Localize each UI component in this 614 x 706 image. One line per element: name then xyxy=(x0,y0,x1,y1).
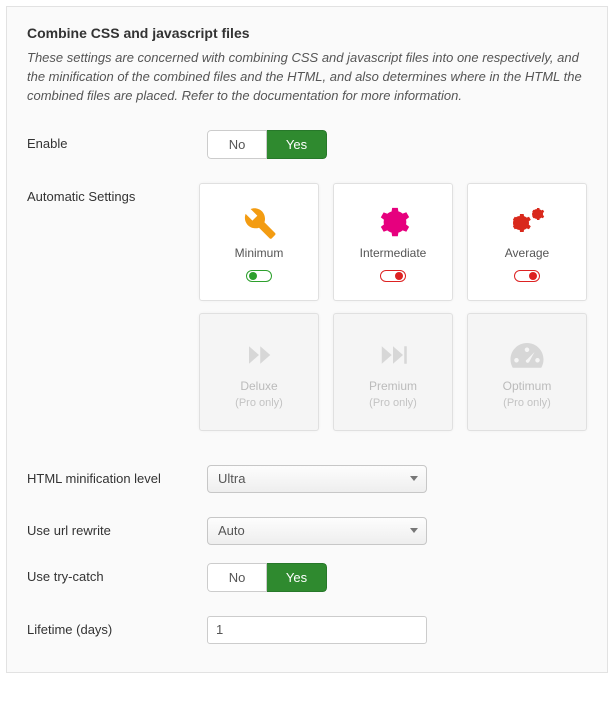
html-min-level-select[interactable]: Ultra xyxy=(207,465,427,493)
card-label: Optimum xyxy=(503,379,552,393)
switch-off-icon xyxy=(514,270,540,282)
select-value: Ultra xyxy=(218,471,245,486)
wrench-icon xyxy=(241,200,277,244)
pro-only-label: (Pro only) xyxy=(235,397,283,409)
card-label: Minimum xyxy=(235,246,284,260)
card-label: Deluxe xyxy=(240,379,277,393)
card-average[interactable]: Average xyxy=(467,183,587,301)
gear-icon xyxy=(376,200,410,244)
row-html-min-level: HTML minification level Ultra xyxy=(27,465,587,493)
switch-off-icon xyxy=(380,270,406,282)
settings-panel: Combine CSS and javascript files These s… xyxy=(6,6,608,673)
label-html-min-level: HTML minification level xyxy=(27,465,207,486)
skip-end-icon xyxy=(376,333,410,377)
switch-on-icon xyxy=(246,270,272,282)
card-deluxe: Deluxe (Pro only) xyxy=(199,313,319,431)
pro-only-label: (Pro only) xyxy=(369,397,417,409)
card-optimum: Optimum (Pro only) xyxy=(467,313,587,431)
try-catch-toggle: No Yes xyxy=(207,563,327,592)
panel-title: Combine CSS and javascript files xyxy=(27,25,587,41)
settings-cards: Minimum Intermediate xyxy=(199,183,587,431)
row-automatic-settings: Automatic Settings Minimum Intermediate xyxy=(27,183,587,431)
select-value: Auto xyxy=(218,523,245,538)
row-enable: Enable No Yes xyxy=(27,130,587,159)
label-url-rewrite: Use url rewrite xyxy=(27,517,207,538)
row-url-rewrite: Use url rewrite Auto xyxy=(27,517,587,545)
chevron-down-icon xyxy=(410,476,418,481)
enable-no-button[interactable]: No xyxy=(207,130,267,159)
gauge-icon xyxy=(509,333,545,377)
label-lifetime: Lifetime (days) xyxy=(27,616,207,637)
card-label: Intermediate xyxy=(360,246,427,260)
card-minimum[interactable]: Minimum xyxy=(199,183,319,301)
row-try-catch: Use try-catch No Yes xyxy=(27,563,587,592)
label-enable: Enable xyxy=(27,130,207,151)
try-catch-yes-button[interactable]: Yes xyxy=(267,563,327,592)
enable-toggle: No Yes xyxy=(207,130,327,159)
card-label: Average xyxy=(505,246,549,260)
chevron-down-icon xyxy=(410,528,418,533)
gears-icon xyxy=(507,200,547,244)
card-premium: Premium (Pro only) xyxy=(333,313,453,431)
card-label: Premium xyxy=(369,379,417,393)
fast-forward-icon xyxy=(242,333,276,377)
label-automatic-settings: Automatic Settings xyxy=(27,183,199,204)
url-rewrite-select[interactable]: Auto xyxy=(207,517,427,545)
enable-yes-button[interactable]: Yes xyxy=(267,130,327,159)
card-intermediate[interactable]: Intermediate xyxy=(333,183,453,301)
lifetime-input[interactable] xyxy=(207,616,427,644)
try-catch-no-button[interactable]: No xyxy=(207,563,267,592)
pro-only-label: (Pro only) xyxy=(503,397,551,409)
row-lifetime: Lifetime (days) xyxy=(27,616,587,644)
label-try-catch: Use try-catch xyxy=(27,563,207,584)
panel-description: These settings are concerned with combin… xyxy=(27,49,587,106)
